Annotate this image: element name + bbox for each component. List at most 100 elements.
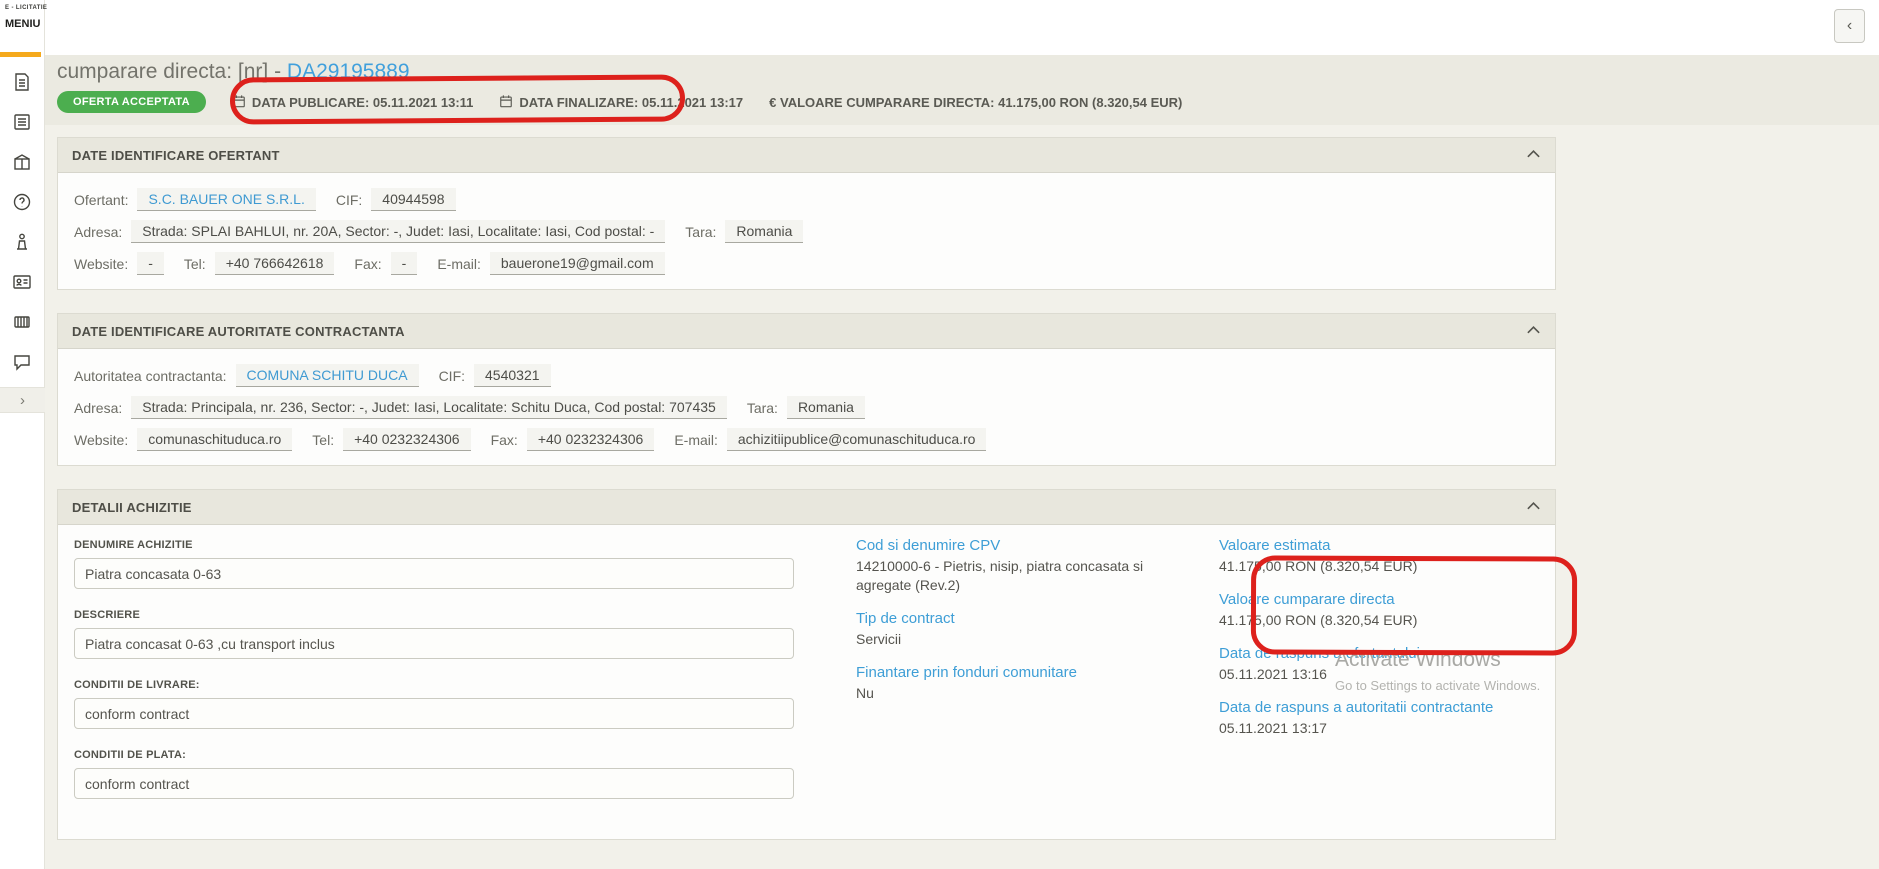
contact-card-icon[interactable]: [11, 271, 33, 293]
page-title-prefix: cumparare directa: [nr] -: [57, 60, 287, 83]
details-section-header[interactable]: DETALII ACHIZITIE: [58, 490, 1555, 525]
offerer-row-contact: Website: - Tel: +40 766642618 Fax: - E-m…: [74, 252, 1539, 275]
authority-website-value: comunaschituduca.ro: [137, 428, 292, 451]
offerer-name-link[interactable]: S.C. BAUER ONE S.R.L.: [137, 188, 315, 211]
offerer-email-value: bauerone19@gmail.com: [490, 252, 665, 275]
field-label: E-mail:: [437, 256, 481, 272]
info-title: Valoare cumparare directa: [1219, 591, 1539, 608]
field-label: Tel:: [312, 432, 334, 448]
field-pair: Tara: Romania: [747, 396, 865, 419]
field-label: Adresa:: [74, 224, 122, 240]
field-label: CIF:: [439, 368, 465, 384]
field-label: Website:: [74, 256, 128, 272]
authority-section: DATE IDENTIFICARE AUTORITATE CONTRACTANT…: [57, 313, 1556, 466]
chevron-up-icon[interactable]: [1526, 322, 1541, 340]
section-title: DATE IDENTIFICARE AUTORITATE CONTRACTANT…: [72, 324, 405, 339]
cpv-value: 14210000-6 - Pietris, nisip, piatra conc…: [856, 557, 1178, 595]
field-label: CONDITII DE LIVRARE:: [74, 679, 810, 691]
offerer-section-body: Ofertant: S.C. BAUER ONE S.R.L. CIF: 409…: [58, 173, 1555, 289]
field-pair: Autoritatea contractanta: COMUNA SCHITU …: [74, 364, 419, 387]
offerer-country-value: Romania: [725, 220, 803, 243]
authority-response-block: Data de raspuns a autoritatii contractan…: [1219, 699, 1539, 738]
field-pair: Fax: +40 0232324306: [491, 428, 655, 451]
field-label: Adresa:: [74, 400, 122, 416]
field-pair: Website: -: [74, 252, 164, 275]
help-icon[interactable]: [11, 191, 33, 213]
info-title: Data de raspuns a autoritatii contractan…: [1219, 699, 1539, 716]
field-pair: Tel: +40 766642618: [184, 252, 335, 275]
chat-icon[interactable]: [11, 351, 33, 373]
offerer-row-identity: Ofertant: S.C. BAUER ONE S.R.L. CIF: 409…: [74, 188, 1539, 211]
conditii-livrare-input[interactable]: [74, 698, 794, 729]
section-title: DETALII ACHIZITIE: [72, 500, 192, 515]
field-label: Fax:: [491, 432, 518, 448]
authority-section-body: Autoritatea contractanta: COMUNA SCHITU …: [58, 349, 1555, 465]
details-section: DETALII ACHIZITIE DENUMIRE ACHIZITIE DES…: [57, 489, 1556, 840]
contract-type-block: Tip de contract Servicii: [856, 610, 1178, 649]
authority-section-header[interactable]: DATE IDENTIFICARE AUTORITATE CONTRACTANT…: [58, 314, 1555, 349]
authority-email-value: achizitiipublice@comunaschituduca.ro: [727, 428, 987, 451]
form-group: DENUMIRE ACHIZITIE: [74, 539, 810, 589]
field-label: Ofertant:: [74, 192, 128, 208]
field-label: CONDITII DE PLATA:: [74, 749, 810, 761]
sidebar-accent-bar: [0, 52, 41, 57]
details-form-column: DENUMIRE ACHIZITIE DESCRIERE CONDITII DE…: [74, 531, 810, 819]
field-pair: Tara: Romania: [685, 220, 803, 243]
procurement-number-link[interactable]: DA29195889: [287, 60, 410, 83]
document-icon[interactable]: [11, 71, 33, 93]
field-pair: Ofertant: S.C. BAUER ONE S.R.L.: [74, 188, 316, 211]
form-group: CONDITII DE LIVRARE:: [74, 679, 810, 729]
list-icon[interactable]: [11, 111, 33, 133]
status-badge: OFERTA ACCEPTATA: [57, 91, 206, 113]
field-pair: CIF: 4540321: [439, 364, 551, 387]
offerer-section: DATE IDENTIFICARE OFERTANT Ofertant: S.C…: [57, 137, 1556, 290]
estimated-value-block: Valoare estimata 41.175,00 RON (8.320,54…: [1219, 537, 1539, 576]
package-icon[interactable]: [11, 151, 33, 173]
collapse-panel-button[interactable]: ‹: [1834, 9, 1865, 43]
descriere-input[interactable]: [74, 628, 794, 659]
funding-block: Finantare prin fonduri comunitare Nu: [856, 664, 1178, 703]
direct-purchase-value: € VALOARE CUMPARARE DIRECTA: 41.175,00 R…: [769, 95, 1182, 110]
authority-cif-value: 4540321: [474, 364, 551, 387]
calculator-icon[interactable]: [11, 311, 33, 333]
info-title: Data de raspuns a ofertantului: [1219, 645, 1539, 662]
authority-fax-value: +40 0232324306: [527, 428, 655, 451]
direct-value-block: Valoare cumparare directa 41.175,00 RON …: [1219, 591, 1539, 630]
field-label: E-mail:: [674, 432, 718, 448]
authority-name-link[interactable]: COMUNA SCHITU DUCA: [236, 364, 419, 387]
authority-row-address: Adresa: Strada: Principala, nr. 236, Sec…: [74, 396, 1539, 419]
authority-response-date: 05.11.2021 13:17: [1219, 719, 1539, 738]
sidebar: E - LICITATIE MENIU ›: [0, 0, 45, 869]
podium-icon[interactable]: [11, 231, 33, 253]
offerer-response-block: Data de raspuns a ofertantului 05.11.202…: [1219, 645, 1539, 684]
chevron-up-icon[interactable]: [1526, 498, 1541, 516]
sidebar-nav: [0, 71, 44, 373]
authority-row-contact: Website: comunaschituduca.ro Tel: +40 02…: [74, 428, 1539, 451]
info-title: Valoare estimata: [1219, 537, 1539, 554]
field-pair: CIF: 40944598: [336, 188, 456, 211]
authority-address-value: Strada: Principala, nr. 236, Sector: -, …: [131, 396, 727, 419]
form-group: DESCRIERE: [74, 609, 810, 659]
details-section-body: DENUMIRE ACHIZITIE DESCRIERE CONDITII DE…: [58, 525, 1555, 839]
conditii-plata-input[interactable]: [74, 768, 794, 799]
calendar-icon: [232, 94, 246, 111]
page-header: cumparare directa: [nr] - DA29195889 OFE…: [45, 55, 1879, 125]
field-label: Tara:: [685, 224, 716, 240]
denumire-achizitie-input[interactable]: [74, 558, 794, 589]
offerer-section-header[interactable]: DATE IDENTIFICARE OFERTANT: [58, 138, 1555, 173]
details-info-column: Cod si denumire CPV 14210000-6 - Pietris…: [856, 531, 1178, 819]
menu-label[interactable]: MENIU: [0, 11, 44, 30]
app-logo: E - LICITATIE: [0, 0, 44, 11]
direct-value: 41.175,00 RON (8.320,54 EUR): [1219, 611, 1539, 630]
sidebar-expand-chevron[interactable]: ›: [0, 387, 45, 413]
publish-date-label: DATA PUBLICARE: 05.11.2021 13:11: [252, 95, 474, 110]
contract-type-value: Servicii: [856, 630, 1178, 649]
offerer-tel-value: +40 766642618: [215, 252, 335, 275]
funding-value: Nu: [856, 684, 1178, 703]
info-title: Cod si denumire CPV: [856, 537, 1178, 554]
field-pair: E-mail: achizitiipublice@comunaschituduc…: [674, 428, 986, 451]
field-pair: Adresa: Strada: Principala, nr. 236, Sec…: [74, 396, 727, 419]
finalize-date-label: DATA FINALIZARE: 05.11.2021 13:17: [519, 95, 743, 110]
chevron-up-icon[interactable]: [1526, 146, 1541, 164]
form-group: CONDITII DE PLATA:: [74, 749, 810, 799]
